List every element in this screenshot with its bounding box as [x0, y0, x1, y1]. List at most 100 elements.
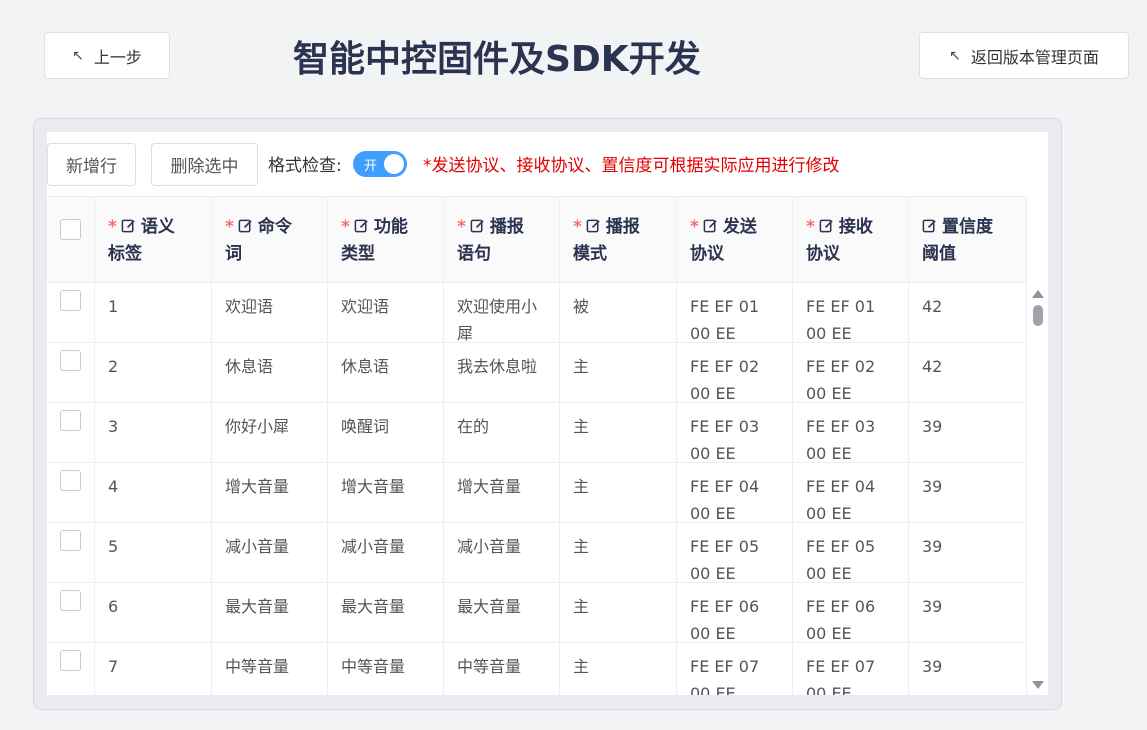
table-cell[interactable]: 39	[909, 583, 1027, 642]
column-header[interactable]: * 播报 语句	[444, 197, 560, 282]
table-cell[interactable]: 2	[95, 343, 212, 402]
table-row[interactable]: 7 中等音量 中等音量 中等音量主 FE EF 07 00 EE FE EF 07 00 …	[47, 643, 1027, 695]
column-header-label: 接收	[838, 217, 873, 237]
scroll-up-icon[interactable]	[1032, 290, 1044, 298]
table-cell[interactable]: 休息语	[328, 343, 444, 402]
table-cell[interactable]: 被	[560, 283, 677, 342]
table-cell[interactable]: 39	[909, 463, 1027, 522]
table-cell[interactable]: 欢迎使用小犀	[444, 283, 560, 342]
table-cell[interactable]: 最大音量	[328, 583, 444, 642]
table-cell[interactable]: 3	[95, 403, 212, 462]
table-cell[interactable]: 减小音量	[328, 523, 444, 582]
table-cell[interactable]: FE EF 05 00 EE	[793, 523, 909, 582]
table-cell[interactable]: FE EF 01 00 EE	[793, 283, 909, 342]
row-checkbox[interactable]	[60, 530, 81, 551]
column-header[interactable]: 置信度 阈值	[909, 197, 1027, 282]
table-cell[interactable]: 5	[95, 523, 212, 582]
prev-step-button[interactable]: ↖ 上一步	[44, 32, 170, 79]
column-header[interactable]: * 功能 类型	[328, 197, 444, 282]
scroll-thumb[interactable]	[1033, 305, 1043, 326]
table-cell[interactable]: 42	[909, 283, 1027, 342]
table-cell[interactable]: FE EF 06 00 EE	[793, 583, 909, 642]
table-cell[interactable]: FE EF 02 00 EE	[677, 343, 793, 402]
table-cell[interactable]: 42	[909, 343, 1027, 402]
table-cell[interactable]: 中等音量	[328, 643, 444, 695]
table-cell[interactable]: FE EF 07 00 EE	[793, 643, 909, 695]
table-cell[interactable]: 最大音量	[444, 583, 560, 642]
row-checkbox[interactable]	[60, 410, 81, 431]
table-cell[interactable]: 主	[560, 583, 677, 642]
required-marker: *	[341, 217, 350, 237]
table-cell[interactable]: 6	[95, 583, 212, 642]
add-row-button[interactable]: 新增行	[47, 142, 136, 186]
column-header-label: 发送	[722, 217, 757, 237]
table-row[interactable]: 4 增大音量 增大音量 增大音量主 FE EF 04 00 EE FE EF 04 00 …	[47, 463, 1027, 523]
table-cell[interactable]: 增大音量	[328, 463, 444, 522]
table-cell[interactable]: FE EF 07 00 EE	[677, 643, 793, 695]
table-cell[interactable]: 中等音量	[444, 643, 560, 695]
table-cell[interactable]: 增大音量	[212, 463, 328, 522]
table-cell[interactable]: 39	[909, 643, 1027, 695]
column-header[interactable]: * 语义 标签	[95, 197, 212, 282]
column-header[interactable]: * 命令词	[212, 197, 328, 282]
table-cell[interactable]: 减小音量	[444, 523, 560, 582]
table-panel: 新增行 删除选中 格式检查: 开 *发送协议、接收协议、置信度可根据实际应用进行…	[33, 118, 1062, 710]
toggle-knob	[384, 154, 404, 174]
table-cell[interactable]: 4	[95, 463, 212, 522]
column-header-label: 语义	[140, 217, 175, 237]
table-cell[interactable]: 39	[909, 403, 1027, 462]
return-version-management-button[interactable]: ↖ 返回版本管理页面	[919, 32, 1129, 79]
format-check-toggle[interactable]: 开	[353, 151, 407, 177]
table-scrollbar[interactable]	[1027, 286, 1048, 695]
required-marker: *	[108, 217, 117, 237]
table-cell[interactable]: 主	[560, 643, 677, 695]
table-row[interactable]: 5 减小音量 减小音量 减小音量主 FE EF 05 00 EE FE EF 05 00 …	[47, 523, 1027, 583]
table-cell[interactable]: 欢迎语	[212, 283, 328, 342]
table-cell[interactable]: FE EF 05 00 EE	[677, 523, 793, 582]
table-cell[interactable]: 我去休息啦	[444, 343, 560, 402]
delete-selected-button[interactable]: 删除选中	[151, 142, 258, 186]
table-cell[interactable]: FE EF 04 00 EE	[677, 463, 793, 522]
table-panel-inner: 新增行 删除选中 格式检查: 开 *发送协议、接收协议、置信度可根据实际应用进行…	[47, 132, 1048, 695]
table-cell[interactable]: FE EF 04 00 EE	[793, 463, 909, 522]
table-cell[interactable]: 中等音量	[212, 643, 328, 695]
table-cell[interactable]: 休息语	[212, 343, 328, 402]
table-cell[interactable]: 主	[560, 403, 677, 462]
column-header[interactable]: * 发送 协议	[677, 197, 793, 282]
table-cell[interactable]: 欢迎语	[328, 283, 444, 342]
table-cell[interactable]: FE EF 03 00 EE	[793, 403, 909, 462]
table-cell[interactable]: FE EF 03 00 EE	[677, 403, 793, 462]
table-cell[interactable]: FE EF 02 00 EE	[793, 343, 909, 402]
table-cell[interactable]: 主	[560, 343, 677, 402]
table-row[interactable]: 1 欢迎语 欢迎语 欢迎使用小犀被 FE EF 01 00 EE FE EF 01 00 …	[47, 283, 1027, 343]
row-checkbox[interactable]	[60, 590, 81, 611]
column-header-label: 命令	[257, 217, 292, 237]
table-cell[interactable]: FE EF 01 00 EE	[677, 283, 793, 342]
table-cell[interactable]: 在的	[444, 403, 560, 462]
row-checkbox[interactable]	[60, 350, 81, 371]
table-row[interactable]: 2 休息语 休息语 我去休息啦主 FE EF 02 00 EE FE EF 02 00 E…	[47, 343, 1027, 403]
table-cell[interactable]: FE EF 06 00 EE	[677, 583, 793, 642]
column-header-label: 播报	[489, 217, 524, 237]
column-header[interactable]: * 接收 协议	[793, 197, 909, 282]
scroll-down-icon[interactable]	[1032, 681, 1044, 689]
table-cell[interactable]: 增大音量	[444, 463, 560, 522]
select-all-checkbox[interactable]	[60, 219, 81, 240]
table-cell[interactable]: 减小音量	[212, 523, 328, 582]
row-checkbox[interactable]	[60, 650, 81, 671]
table-cell[interactable]: 唤醒词	[328, 403, 444, 462]
table-cell[interactable]: 7	[95, 643, 212, 695]
edit-icon	[703, 215, 718, 233]
table-row[interactable]: 6 最大音量 最大音量 最大音量主 FE EF 06 00 EE FE EF 06 00 …	[47, 583, 1027, 643]
row-checkbox[interactable]	[60, 470, 81, 491]
table-cell[interactable]: 最大音量	[212, 583, 328, 642]
row-checkbox[interactable]	[60, 290, 81, 311]
table-header-row: * 语义 标签 * 命令词 * 功能 类型 * 播报 语句 * 播报 模式 * 发送 协议 * 接收 协议 置信度 阈值	[47, 196, 1027, 283]
table-cell[interactable]: 1	[95, 283, 212, 342]
table-cell[interactable]: 主	[560, 463, 677, 522]
table-row[interactable]: 3 你好小犀 唤醒词 在的主 FE EF 03 00 EE FE EF 03 00 EE 3…	[47, 403, 1027, 463]
table-cell[interactable]: 主	[560, 523, 677, 582]
column-header[interactable]: * 播报 模式	[560, 197, 677, 282]
table-cell[interactable]: 39	[909, 523, 1027, 582]
table-cell[interactable]: 你好小犀	[212, 403, 328, 462]
